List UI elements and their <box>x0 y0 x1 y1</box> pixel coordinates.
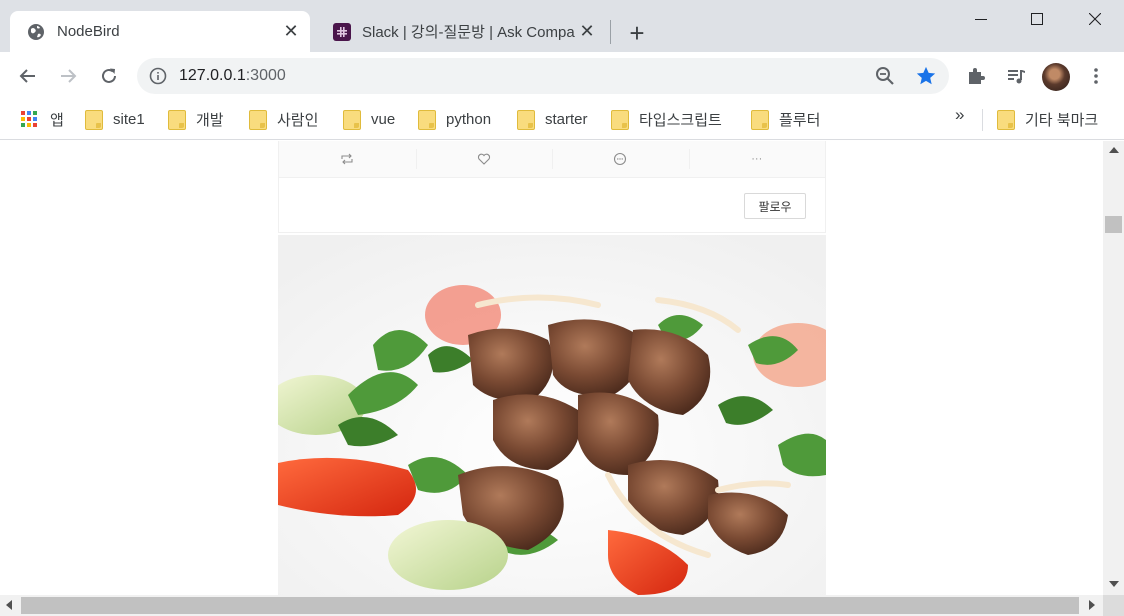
url-port: :3000 <box>245 67 286 84</box>
scroll-down-icon[interactable] <box>1109 581 1119 587</box>
bookmark-apps[interactable]: 앱 <box>20 107 64 131</box>
tab-title: Slack | 강의-질문방 | Ask Compa <box>362 24 575 41</box>
arrow-right-icon <box>61 69 77 83</box>
page-viewport: ··· 팔로우 <box>0 141 1103 595</box>
slack-icon <box>332 22 352 42</box>
globe-icon <box>26 22 46 42</box>
close-icon <box>1089 13 1101 25</box>
retweet-icon <box>341 153 353 165</box>
close-tab-icon[interactable]: ✕ <box>576 21 598 43</box>
address-bar[interactable]: 127.0.0.1:3000 <box>137 58 949 94</box>
tab-title: NodeBird <box>57 23 120 40</box>
media-control-button[interactable] <box>1000 60 1032 92</box>
menu-button[interactable] <box>1080 60 1112 92</box>
scroll-left-icon[interactable] <box>6 600 12 610</box>
apps-grid-icon <box>21 111 37 127</box>
folder-icon <box>343 110 361 130</box>
scroll-right-icon[interactable] <box>1089 600 1095 610</box>
back-button[interactable] <box>12 60 44 92</box>
maximize-button[interactable] <box>1008 0 1066 38</box>
bookmark-label: vue <box>371 110 396 128</box>
bookmark-folder[interactable]: 타입스크립트 <box>611 107 722 131</box>
bookmark-label: site1 <box>113 110 145 128</box>
folder-icon <box>85 110 103 130</box>
bookmark-folder[interactable]: vue <box>343 107 395 131</box>
close-tab-icon[interactable]: ✕ <box>280 21 302 43</box>
post-image[interactable] <box>278 235 826 595</box>
tab-nodebird[interactable]: NodeBird ✕ <box>10 11 310 52</box>
follow-button[interactable]: 팔로우 <box>744 193 806 219</box>
url-text[interactable]: 127.0.0.1:3000 <box>179 67 286 85</box>
comment-button[interactable] <box>552 141 689 177</box>
bookmark-folder[interactable]: 개발 <box>168 107 224 131</box>
info-icon[interactable] <box>149 67 167 85</box>
scroll-up-icon[interactable] <box>1109 147 1119 153</box>
maximize-icon <box>1031 13 1043 25</box>
ellipsis-icon: ··· <box>751 153 763 165</box>
message-icon <box>614 152 627 166</box>
vertical-scrollbar[interactable] <box>1103 141 1124 595</box>
bookmark-label: python <box>446 110 492 128</box>
folder-icon <box>517 110 535 130</box>
browser-toolbar: 127.0.0.1:3000 <box>0 52 1124 100</box>
bookmark-label: 개발 <box>196 111 224 129</box>
bookmark-label: 사람인 <box>277 111 319 129</box>
bookmark-label: 앱 <box>50 111 64 129</box>
minimize-icon <box>975 19 987 20</box>
tab-strip: NodeBird ✕ Slack | 강의-질문방 | Ask Compa ✕ … <box>0 0 1124 52</box>
playlist-music-icon <box>1008 70 1025 84</box>
bookmark-folder-other[interactable]: 기타 북마크 <box>997 107 1098 131</box>
like-button[interactable] <box>415 141 553 177</box>
kebab-menu-icon <box>1094 68 1098 84</box>
post-actions: ··· <box>278 141 826 178</box>
zoom-out-icon[interactable] <box>875 66 895 86</box>
arrow-left-icon <box>19 69 35 83</box>
vertical-scroll-thumb[interactable] <box>1105 216 1122 233</box>
bookmark-folder[interactable]: 플루터 <box>751 107 820 131</box>
horizontal-scroll-thumb[interactable] <box>21 597 1079 614</box>
bookmark-folder[interactable]: 사람인 <box>249 107 318 131</box>
new-tab-button[interactable]: + <box>624 18 650 48</box>
close-window-button[interactable] <box>1066 0 1124 38</box>
bookmark-star-icon[interactable] <box>915 65 937 87</box>
reload-button[interactable] <box>93 60 125 92</box>
bookmark-label: 플루터 <box>779 111 821 129</box>
folder-icon <box>611 110 629 130</box>
retweet-button[interactable] <box>279 141 416 177</box>
folder-icon <box>751 110 769 130</box>
profile-avatar[interactable] <box>1042 63 1070 91</box>
folder-icon <box>418 110 436 130</box>
more-button[interactable]: ··· <box>688 141 826 177</box>
url-host: 127.0.0.1 <box>179 67 246 84</box>
bookmark-label: 기타 북마크 <box>1025 111 1099 129</box>
puzzle-icon <box>969 68 985 84</box>
bookmarks-bar: 앱 site1 개발 사람인 vue python starter 타입스크립트… <box>0 100 1124 140</box>
folder-icon <box>249 110 267 130</box>
tab-slack[interactable]: Slack | 강의-질문방 | Ask Compa ✕ <box>316 11 606 52</box>
bookmark-folder[interactable]: starter <box>517 107 588 131</box>
folder-icon <box>997 110 1015 130</box>
post-meta: 팔로우 <box>278 178 826 233</box>
horizontal-scrollbar[interactable] <box>0 595 1103 616</box>
bookmarks-overflow-button[interactable]: » <box>955 105 964 125</box>
extensions-button[interactable] <box>960 60 992 92</box>
heart-icon <box>477 153 490 165</box>
bookmark-label: starter <box>545 110 588 128</box>
steak-salad-photo <box>278 235 826 595</box>
folder-icon <box>168 110 186 130</box>
bookmarks-separator <box>982 109 983 131</box>
bookmark-folder[interactable]: site1 <box>85 107 145 131</box>
forward-button[interactable] <box>52 60 84 92</box>
bookmark-folder[interactable]: python <box>418 107 491 131</box>
tab-separator <box>610 20 611 44</box>
post-card: ··· 팔로우 <box>278 141 826 595</box>
reload-icon <box>102 68 116 83</box>
scrollbar-corner <box>1103 595 1124 616</box>
bookmark-label: 타입스크립트 <box>639 111 722 129</box>
minimize-button[interactable] <box>952 0 1010 38</box>
